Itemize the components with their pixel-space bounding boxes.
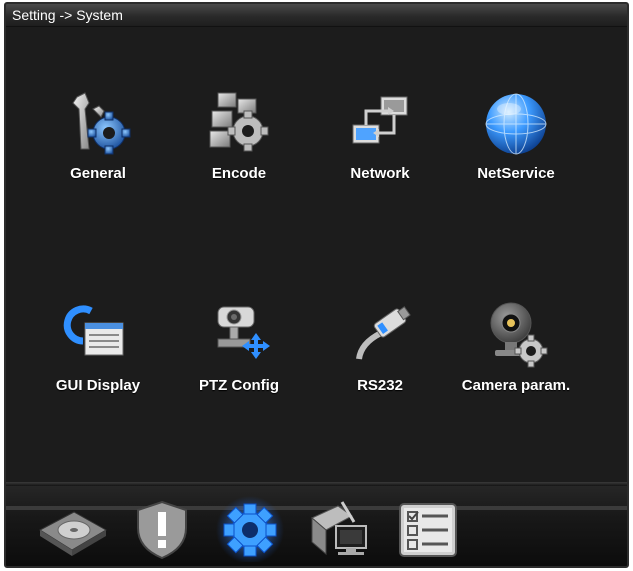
system-gear-icon (216, 496, 284, 562)
webcam-gear-icon (490, 302, 548, 368)
tile-label: Camera param. (461, 377, 571, 394)
general-tile[interactable]: General (28, 87, 168, 217)
tile-label: GUI Display (55, 377, 141, 394)
rs232-tile[interactable]: RS232 (310, 299, 450, 429)
network-tile[interactable]: Network (310, 87, 450, 217)
storage-menu-button[interactable] (34, 494, 110, 562)
hard-disk-icon (38, 511, 108, 556)
system-menu-button[interactable] (212, 494, 288, 562)
tile-label: PTZ Config (199, 377, 279, 394)
title-bar: Setting -> System (6, 4, 627, 27)
display-window-icon (63, 305, 124, 356)
tools-menu-button[interactable] (302, 494, 378, 562)
tile-label: Network (350, 165, 410, 182)
tile-label: RS232 (357, 377, 403, 394)
serial-cable-icon (356, 306, 411, 360)
netservice-tile[interactable]: NetService (446, 87, 586, 217)
blocks-gear-icon (209, 92, 269, 152)
camera-param-tile[interactable]: Camera param. (446, 299, 586, 429)
alarm-shield-icon (137, 500, 187, 560)
settings-grid: General Encode Network NetService GUI Di… (6, 27, 627, 482)
tools-monitor-icon (311, 501, 367, 556)
encode-tile[interactable]: Encode (169, 87, 309, 217)
network-computers-icon (352, 96, 408, 144)
main-menu-taskbar (6, 486, 627, 566)
ptz-config-tile[interactable]: PTZ Config (169, 299, 309, 429)
window-title: Setting -> System (12, 7, 123, 23)
settings-window: Setting -> System General Encode Network… (4, 2, 629, 568)
info-menu-button[interactable] (390, 494, 466, 562)
tile-label: General (70, 165, 126, 182)
globe-icon (485, 93, 547, 155)
alarm-menu-button[interactable] (124, 494, 200, 562)
ptz-camera-icon (217, 306, 270, 359)
tile-label: Encode (211, 165, 267, 182)
gui-display-tile[interactable]: GUI Display (28, 299, 168, 429)
wrench-gear-icon (72, 92, 131, 155)
tile-label: NetService (477, 165, 555, 182)
info-checklist-icon (399, 503, 457, 557)
